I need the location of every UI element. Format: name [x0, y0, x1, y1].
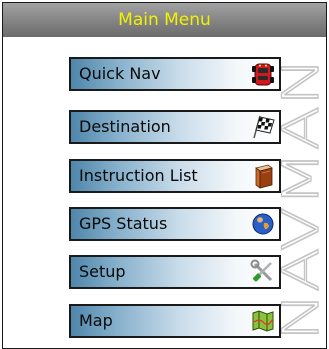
menu-item-label: Quick Nav	[79, 64, 161, 83]
globe-icon	[252, 213, 274, 235]
menu-item-label: Instruction List	[79, 166, 198, 185]
menu-item-label: Map	[79, 311, 113, 330]
page-title: Main Menu	[118, 10, 211, 30]
instruction-list-button[interactable]: Instruction List	[69, 159, 281, 193]
quick-nav-button[interactable]: Quick Nav	[69, 57, 281, 91]
navman-logo-watermark: NAVMAN	[276, 56, 326, 341]
gps-status-button[interactable]: GPS Status	[69, 207, 281, 241]
checkered-flag-icon	[253, 115, 275, 139]
title-bar: Main Menu	[3, 3, 326, 37]
svg-text:NAVMAN: NAVMAN	[276, 57, 326, 341]
map-icon	[252, 310, 274, 332]
main-menu-screen: Main Menu NAVMAN Quick Nav Destination I…	[2, 2, 327, 349]
destination-button[interactable]: Destination	[69, 110, 281, 144]
tools-icon	[250, 259, 273, 282]
menu-item-label: GPS Status	[79, 214, 168, 233]
menu-item-label: Destination	[79, 117, 171, 136]
menu-item-label: Setup	[79, 262, 126, 281]
setup-button[interactable]: Setup	[69, 255, 281, 289]
car-icon	[252, 63, 274, 86]
map-button[interactable]: Map	[69, 304, 281, 338]
book-icon	[255, 164, 273, 189]
